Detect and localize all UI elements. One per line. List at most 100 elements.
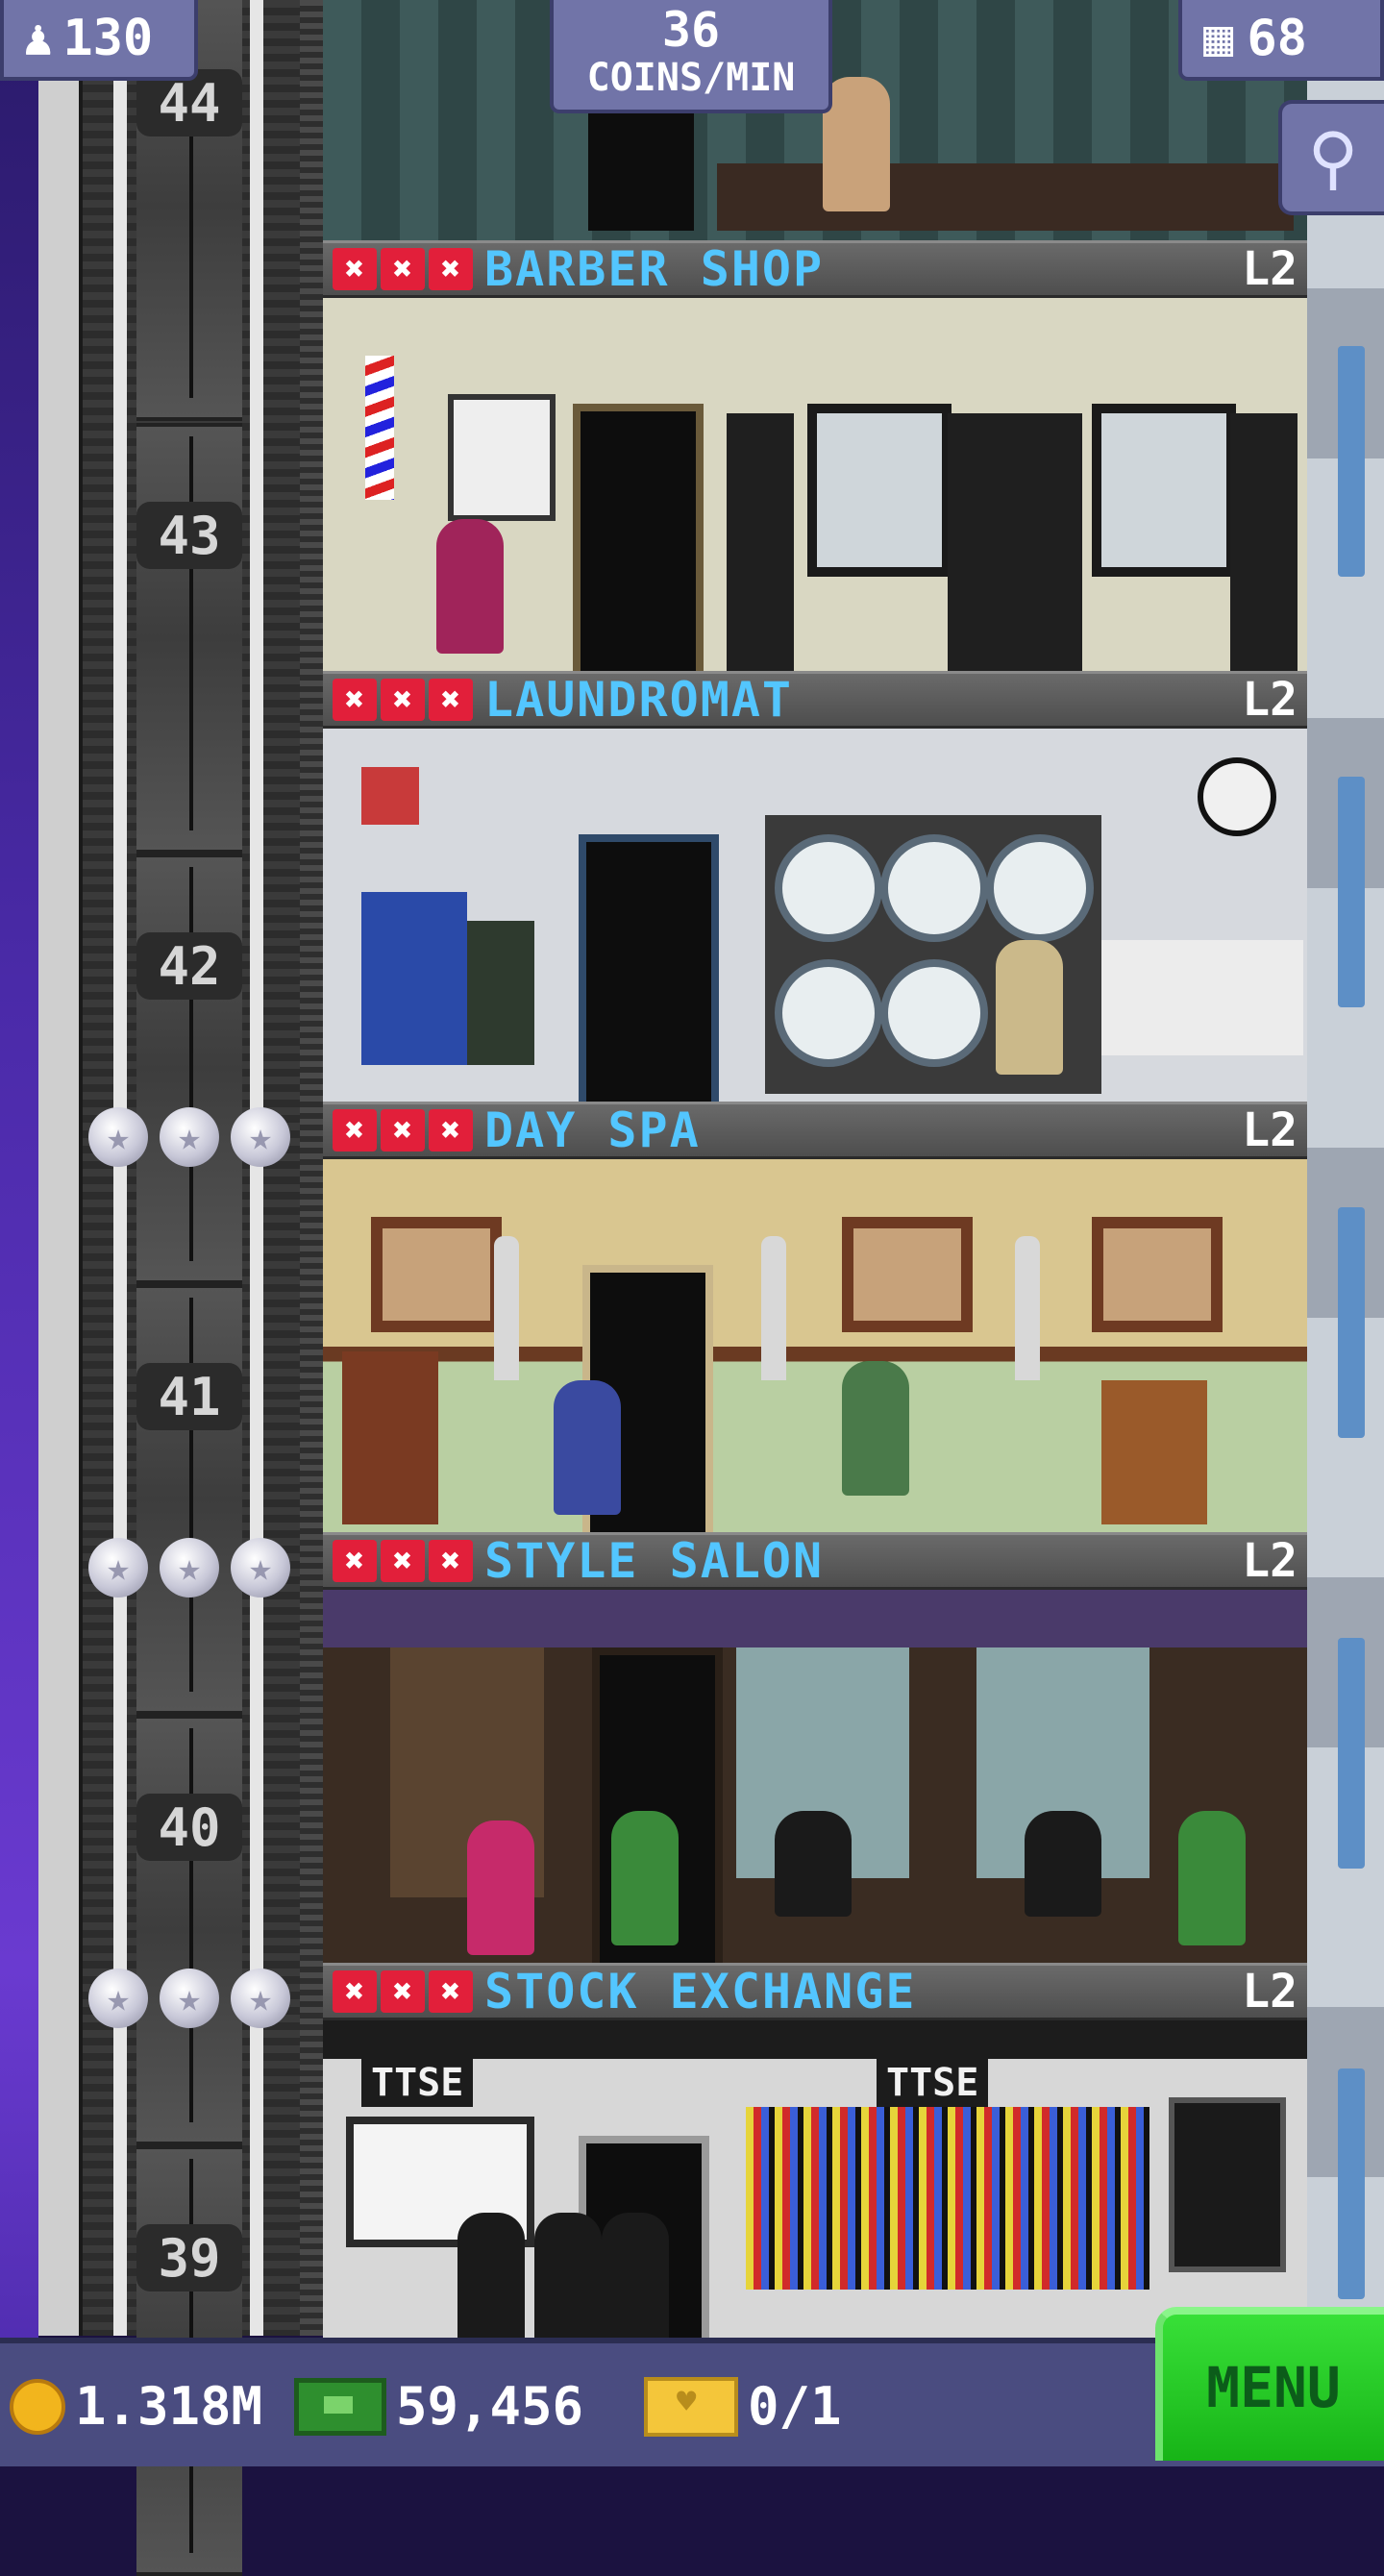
elevator-car [136, 1715, 242, 2145]
elevator-upgrade-stars: ★ ★ ★ [88, 1538, 296, 1598]
picture-frame [842, 1217, 973, 1332]
coins-per-min-panel[interactable]: 36 COINS/MIN [550, 0, 832, 113]
room-header: ✖ ✖ ✖ LAUNDROMAT L2 [323, 671, 1307, 729]
floor-count-value: 68 [1247, 10, 1307, 67]
room-style-salon[interactable]: ✖ ✖ ✖ STYLE SALON L2 [323, 1532, 1307, 1963]
coins-balance[interactable]: 1.318M [10, 2376, 262, 2437]
room-header: ✖ ✖ ✖ STOCK EXCHANGE L2 [323, 1963, 1307, 2020]
room-level: L2 [1242, 673, 1298, 727]
room-day-spa[interactable]: ✖ ✖ ✖ DAY SPA L2 [323, 1102, 1307, 1532]
stock-markers: ✖ ✖ ✖ [333, 248, 473, 290]
washer [880, 959, 988, 1067]
empty-stock-icon: ✖ [333, 248, 377, 290]
ticker-sign: TTSE [877, 2059, 989, 2107]
elevator-rail-left [38, 0, 79, 2336]
ticket-icon [644, 2376, 738, 2437]
floor-number: 43 [136, 502, 242, 569]
washer [880, 834, 988, 942]
sky-background [0, 0, 38, 2461]
washer [775, 959, 882, 1067]
magnifier-icon: ⚲ [1307, 117, 1359, 198]
coins-value: 1.318M [75, 2376, 263, 2437]
resident[interactable] [457, 2213, 525, 2338]
lamp [761, 1236, 786, 1380]
population-counter[interactable]: ♟ 130 [0, 0, 198, 81]
data-terminal [1169, 2097, 1286, 2272]
building-icon: ▦ [1203, 10, 1234, 67]
elevator-rail-right [300, 0, 323, 2336]
bux-icon [294, 2377, 386, 2436]
room-door [579, 834, 719, 1102]
search-button[interactable]: ⚲ [1278, 100, 1384, 215]
room-level: L2 [1242, 1534, 1298, 1588]
counter [717, 163, 1294, 231]
floor-number: 40 [136, 1794, 242, 1861]
star-icon: ★ [231, 1538, 290, 1598]
product-shelf [1230, 413, 1298, 671]
elevator-car [136, 1284, 242, 1715]
room-door [573, 404, 704, 671]
room-level: L2 [1242, 242, 1298, 296]
resident[interactable] [1178, 1811, 1246, 1945]
ceiling-trim [323, 2020, 1307, 2059]
room-body [323, 729, 1307, 1102]
empty-stock-icon: ✖ [333, 1540, 377, 1582]
room-name: BARBER SHOP [484, 241, 825, 297]
lamp [494, 1236, 519, 1380]
star-icon: ★ [160, 1538, 219, 1598]
floor-number: 41 [136, 1363, 242, 1430]
picture-frame [1092, 1217, 1223, 1332]
resident[interactable] [611, 1811, 679, 1945]
washer [986, 834, 1094, 942]
mirror [807, 404, 952, 577]
empty-stock-icon: ✖ [333, 1970, 377, 2013]
vending-machine [361, 892, 467, 1065]
tickets-value: 0/1 [748, 2376, 842, 2437]
room-stock-exchange[interactable]: ✖ ✖ ✖ STOCK EXCHANGE L2 TTSE TTSE [323, 1963, 1307, 2338]
star-icon: ★ [88, 1107, 148, 1167]
resident[interactable] [823, 77, 890, 211]
empty-stock-icon: ✖ [381, 679, 425, 721]
room-header: ✖ ✖ ✖ DAY SPA L2 [323, 1102, 1307, 1159]
resident[interactable] [467, 1821, 534, 1955]
empty-stock-icon: ✖ [333, 679, 377, 721]
room-header: ✖ ✖ ✖ STYLE SALON L2 [323, 1532, 1307, 1590]
washer [775, 834, 882, 942]
exterior-window [1338, 2068, 1365, 2299]
resident[interactable] [436, 519, 504, 654]
floor-number: 42 [136, 932, 242, 1000]
room-body [323, 298, 1307, 671]
bux-balance[interactable]: 59,456 [294, 2376, 583, 2437]
exterior-window [1338, 1638, 1365, 1869]
salon-chair [1025, 1811, 1101, 1917]
salon-chair [775, 1811, 852, 1917]
resident[interactable] [842, 1361, 909, 1496]
resident[interactable] [534, 2213, 602, 2338]
resident[interactable] [996, 940, 1063, 1075]
empty-stock-icon: ✖ [381, 1540, 425, 1582]
resident[interactable] [602, 2213, 669, 2338]
ticker-sign: TTSE [361, 2059, 474, 2107]
picture-frame [371, 1217, 502, 1332]
room-laundromat[interactable]: ✖ ✖ ✖ LAUNDROMAT L2 [323, 671, 1307, 1102]
bux-value: 59,456 [396, 2376, 584, 2437]
floor-counter[interactable]: ▦ 68 [1178, 0, 1384, 81]
room-door [588, 106, 694, 231]
star-icon: ★ [231, 1969, 290, 2028]
star-icon: ★ [160, 1107, 219, 1167]
exterior-window [1338, 1207, 1365, 1438]
exterior-window [1338, 346, 1365, 577]
empty-stock-icon: ✖ [429, 1109, 473, 1152]
certificate-frame [448, 394, 556, 521]
product-shelf [948, 413, 1082, 671]
empty-stock-icon: ✖ [333, 1109, 377, 1152]
elevator-car [136, 854, 242, 1284]
resident[interactable] [554, 1380, 621, 1515]
cabinet [467, 921, 534, 1065]
coins-per-min-value: 36 [661, 2, 721, 58]
stock-markers: ✖ ✖ ✖ [333, 1109, 473, 1152]
menu-button[interactable]: MENU [1155, 2307, 1384, 2461]
tickets-balance[interactable]: 0/1 [644, 2376, 842, 2437]
room-barber-shop[interactable]: ✖ ✖ ✖ BARBER SHOP L2 [323, 240, 1307, 671]
empty-stock-icon: ✖ [381, 1109, 425, 1152]
